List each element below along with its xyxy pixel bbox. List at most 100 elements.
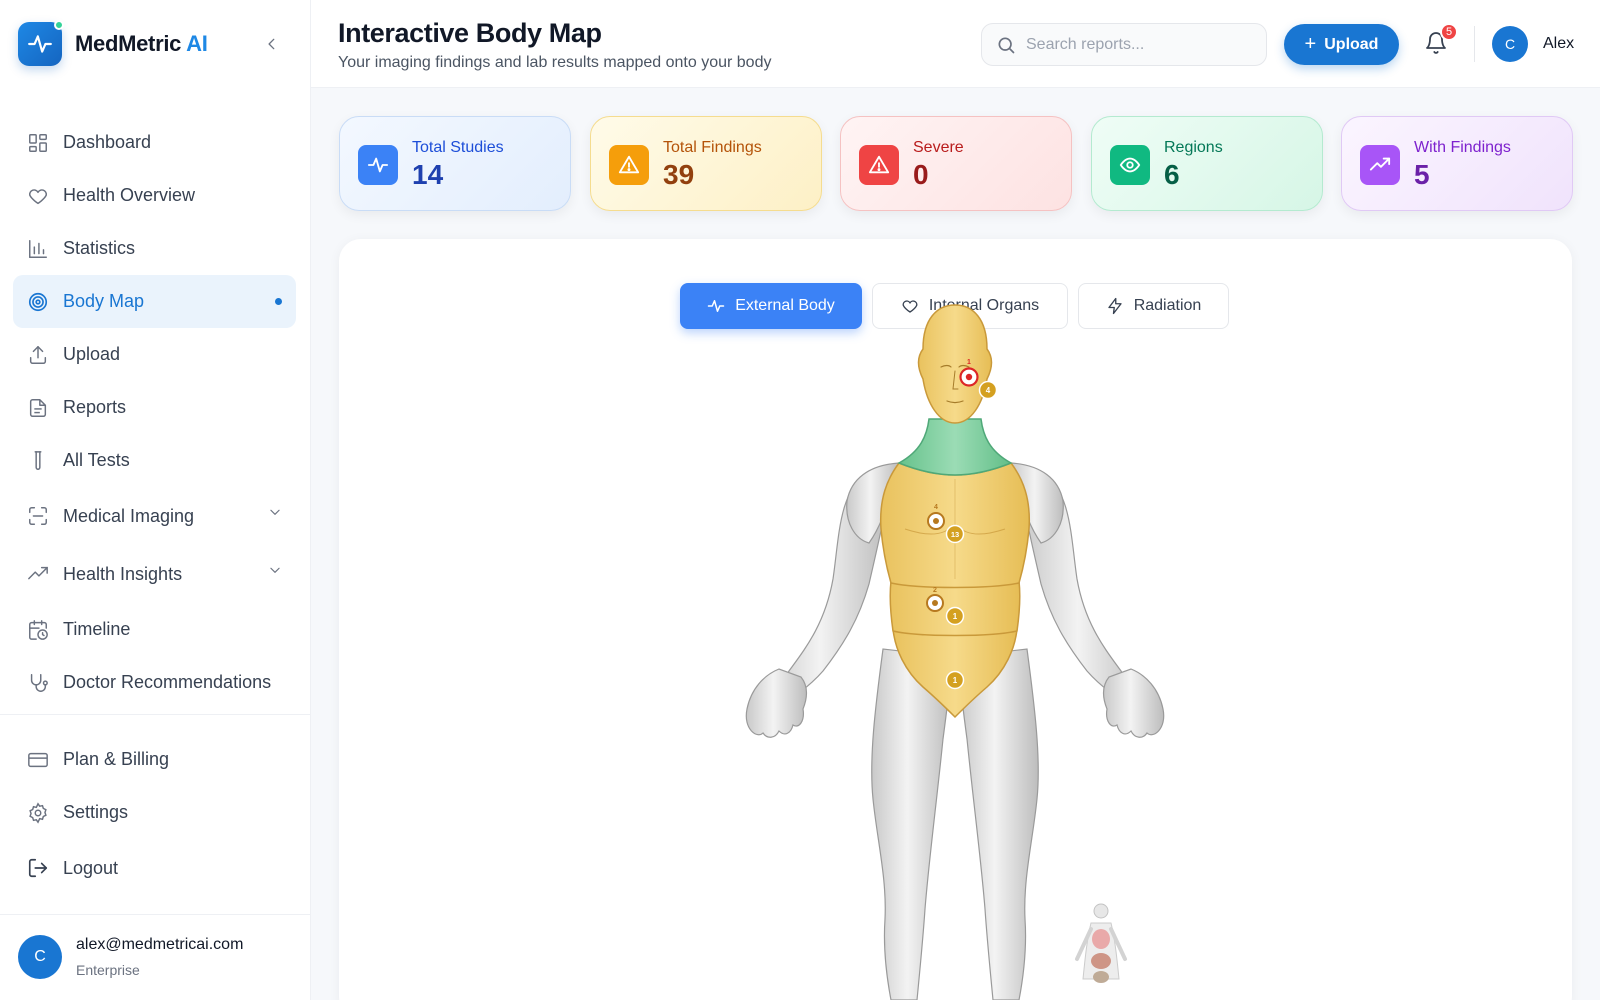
region-head[interactable] — [917, 304, 993, 424]
pulse-icon — [28, 35, 52, 53]
stat-value: 14 — [412, 159, 444, 190]
sidebar-divider — [0, 714, 311, 715]
sidebar: MedMetric AI Dashboard Health Overview S… — [0, 0, 311, 1000]
collapse-sidebar-button[interactable] — [262, 34, 282, 54]
document-icon — [27, 397, 49, 419]
sidebar-item-label: Plan & Billing — [63, 749, 170, 769]
active-indicator — [275, 298, 282, 305]
sidebar-item-statistics[interactable]: Statistics — [13, 222, 296, 275]
avatar: C — [18, 935, 62, 979]
sidebar-item-timeline[interactable]: Timeline — [13, 603, 296, 656]
sidebar-item-plan-billing[interactable]: Plan & Billing — [13, 733, 296, 786]
sidebar-item-label: Body Map — [63, 291, 145, 311]
stat-card-severe: Severe 0 — [840, 116, 1072, 211]
gear-icon — [27, 801, 49, 824]
warning-icon — [609, 145, 649, 185]
notifications-button[interactable]: 5 — [1424, 23, 1458, 58]
trending-up-icon — [1360, 145, 1400, 185]
upload-icon — [27, 344, 49, 366]
marker-chest-count[interactable]: 13 — [945, 524, 965, 544]
search-box — [981, 23, 1267, 66]
stat-label: Total Findings — [663, 139, 762, 156]
stat-label: Regions — [1164, 139, 1223, 156]
sidebar-item-health-insights[interactable]: Health Insights — [13, 545, 296, 603]
search-input[interactable] — [1026, 35, 1246, 54]
heart-icon — [27, 185, 49, 207]
marker-head-count[interactable]: 4 — [978, 380, 998, 400]
marker-pelvis-count[interactable]: 1 — [945, 670, 965, 690]
chevron-down-icon — [268, 505, 282, 524]
marker-count: 4 — [934, 504, 938, 511]
header-user-name[interactable]: Alex — [1543, 35, 1574, 53]
brand-logo — [18, 20, 64, 66]
sidebar-item-label: Health Insights — [63, 563, 183, 584]
sidebar-item-label: Logout — [63, 857, 119, 878]
upload-button-label: Upload — [1324, 35, 1379, 53]
sidebar-item-label: All Tests — [63, 450, 130, 470]
user-meta: alex@medmetricai.com Enterprise — [76, 936, 243, 978]
top-header: Interactive Body Map Your imaging findin… — [311, 0, 1600, 88]
body-figure: 1 4 4 13 2 1 1 — [745, 304, 1165, 1000]
eye-icon — [1110, 145, 1150, 185]
stat-card-total-studies: Total Studies 14 — [339, 116, 571, 211]
chevron-left-icon — [268, 38, 275, 50]
plus-icon: + — [1304, 33, 1317, 55]
sidebar-item-settings[interactable]: Settings — [13, 786, 296, 839]
notification-badge: 5 — [1440, 23, 1458, 41]
activity-icon — [358, 145, 398, 185]
main-nav: Dashboard Health Overview Statistics Bod… — [13, 116, 296, 709]
marker-count: 4 — [986, 386, 991, 395]
stat-value: 5 — [1414, 159, 1430, 190]
sidebar-item-logout[interactable]: Logout — [13, 839, 296, 897]
sidebar-item-label: Settings — [63, 802, 129, 822]
page-title: Interactive Body Map — [338, 18, 602, 48]
test-tube-icon — [27, 450, 49, 472]
secondary-nav: Plan & Billing Settings Logout — [13, 733, 296, 897]
user-email: alex@medmetricai.com — [76, 936, 244, 953]
sidebar-item-health-overview[interactable]: Health Overview — [13, 169, 296, 222]
sidebar-item-body-map[interactable]: Body Map — [13, 275, 296, 328]
marker-count: 1 — [953, 676, 958, 685]
stat-card-total-findings: Total Findings 39 — [590, 116, 822, 211]
sidebar-item-upload[interactable]: Upload — [13, 328, 296, 381]
sidebar-user[interactable]: C alex@medmetricai.com Enterprise — [18, 935, 243, 979]
user-plan: Enterprise — [76, 962, 140, 978]
stat-value: 0 — [913, 159, 929, 190]
avatar[interactable]: C — [1492, 26, 1528, 62]
calendar-clock-icon — [27, 619, 49, 641]
sidebar-divider — [0, 914, 311, 915]
target-icon — [27, 291, 49, 313]
marker-count: 2 — [933, 587, 937, 594]
marker-abdomen-count[interactable]: 1 — [945, 606, 965, 626]
upload-button[interactable]: + Upload — [1284, 24, 1399, 65]
brand-name-accent: AI — [186, 31, 208, 56]
bar-chart-icon — [27, 238, 49, 260]
stat-label: Severe — [913, 139, 964, 156]
sidebar-item-label: Dashboard — [63, 132, 152, 152]
sidebar-item-label: Upload — [63, 344, 121, 364]
stat-card-with-findings: With Findings 5 — [1341, 116, 1573, 211]
header-divider — [1474, 26, 1475, 62]
stat-value: 39 — [663, 159, 695, 190]
sidebar-item-all-tests[interactable]: All Tests — [13, 434, 296, 487]
sidebar-item-label: Statistics — [63, 238, 136, 258]
sidebar-item-label: Medical Imaging — [63, 505, 195, 526]
sidebar-item-label: Reports — [63, 397, 127, 417]
sidebar-item-label: Health Overview — [63, 185, 196, 205]
brand[interactable]: MedMetric AI — [18, 20, 208, 66]
search-icon — [998, 37, 1015, 53]
internal-organs-thumbnail[interactable] — [1075, 903, 1127, 983]
sidebar-item-dashboard[interactable]: Dashboard — [13, 116, 296, 169]
logout-icon — [27, 857, 49, 879]
scan-icon — [27, 505, 49, 527]
brand-name: MedMetric AI — [75, 31, 208, 57]
sidebar-item-medical-imaging[interactable]: Medical Imaging — [13, 487, 296, 545]
trending-up-icon — [27, 563, 49, 585]
marker-count: 1 — [967, 359, 971, 366]
credit-card-icon — [27, 749, 49, 771]
sidebar-item-reports[interactable]: Reports — [13, 381, 296, 434]
sidebar-item-doctor-recommendations[interactable]: Doctor Recommendations — [13, 656, 296, 709]
sidebar-item-label: Timeline — [63, 619, 131, 639]
region-neck[interactable] — [897, 418, 1013, 476]
stat-label: Total Studies — [412, 139, 504, 156]
